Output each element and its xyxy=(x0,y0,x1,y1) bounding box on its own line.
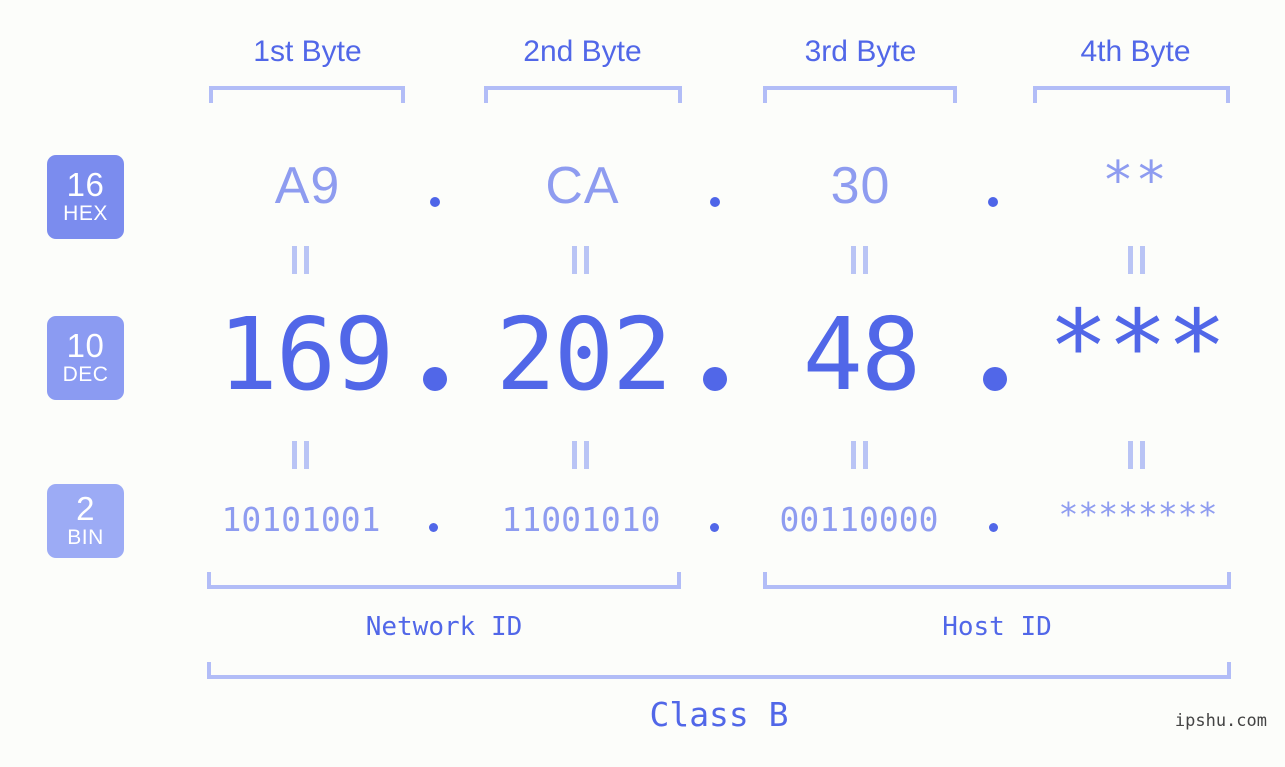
dec-separator-dot-3 xyxy=(983,367,1007,391)
base-badge-hex: 16 HEX xyxy=(47,155,124,239)
bin-byte-3: 00110000 xyxy=(779,500,939,539)
base-badge-dec-label: DEC xyxy=(62,363,109,386)
bin-separator-dot-2 xyxy=(710,523,719,532)
hex-byte-1: A9 xyxy=(274,157,341,215)
equality-mark-dec-bin-1 xyxy=(283,441,317,469)
byte-header-1: 1st Byte xyxy=(253,35,362,68)
dec-byte-3: 48 xyxy=(802,296,921,413)
bin-separator-dot-1 xyxy=(429,523,438,532)
hex-separator-dot-1 xyxy=(430,197,440,207)
base-badge-hex-number: 16 xyxy=(66,166,105,203)
equality-mark-dec-bin-3 xyxy=(842,441,876,469)
dec-separator-dot-1 xyxy=(423,367,447,391)
base-badge-bin: 2 BIN xyxy=(47,484,124,558)
hex-byte-3: 30 xyxy=(830,157,891,215)
base-badge-hex-label: HEX xyxy=(63,202,108,225)
byte-header-3: 3rd Byte xyxy=(804,35,917,68)
byte-bracket-2 xyxy=(484,86,682,103)
equality-mark-hex-dec-3 xyxy=(842,246,876,274)
ip-breakdown-diagram: 1st Byte 2nd Byte 3rd Byte 4th Byte 16 H… xyxy=(0,0,1285,767)
dec-byte-2: 202 xyxy=(495,296,673,413)
host-id-bracket xyxy=(763,572,1231,589)
byte-bracket-4 xyxy=(1033,86,1230,103)
bin-byte-2: 11001010 xyxy=(501,500,661,539)
byte-bracket-3 xyxy=(763,86,957,103)
base-badge-dec-number: 10 xyxy=(66,327,105,364)
base-badge-bin-label: BIN xyxy=(67,526,104,549)
bin-byte-4: ******** xyxy=(1058,495,1218,534)
network-id-bracket xyxy=(207,572,681,589)
byte-header-4: 4th Byte xyxy=(1080,35,1191,68)
equality-mark-hex-dec-2 xyxy=(563,246,597,274)
host-id-label: Host ID xyxy=(942,612,1052,642)
dec-byte-1: 169 xyxy=(217,296,395,413)
equality-mark-hex-dec-1 xyxy=(283,246,317,274)
equality-mark-hex-dec-4 xyxy=(1119,246,1153,274)
site-watermark: ipshu.com xyxy=(1174,711,1267,731)
dec-byte-4: *** xyxy=(1048,288,1227,405)
hex-byte-2: CA xyxy=(545,157,620,215)
bin-byte-1: 10101001 xyxy=(221,500,381,539)
hex-separator-dot-2 xyxy=(710,197,720,207)
dec-separator-dot-2 xyxy=(703,367,727,391)
class-bracket xyxy=(207,662,1231,679)
network-id-label: Network ID xyxy=(365,612,523,642)
class-label: Class B xyxy=(649,695,789,734)
bin-separator-dot-3 xyxy=(989,523,998,532)
equality-mark-dec-bin-2 xyxy=(563,441,597,469)
hex-separator-dot-3 xyxy=(988,197,998,207)
hex-byte-4: ** xyxy=(1102,151,1169,211)
base-badge-bin-number: 2 xyxy=(76,490,95,527)
byte-header-2: 2nd Byte xyxy=(523,35,642,68)
equality-mark-dec-bin-4 xyxy=(1119,441,1153,469)
byte-bracket-1 xyxy=(209,86,405,103)
base-badge-dec: 10 DEC xyxy=(47,316,124,400)
